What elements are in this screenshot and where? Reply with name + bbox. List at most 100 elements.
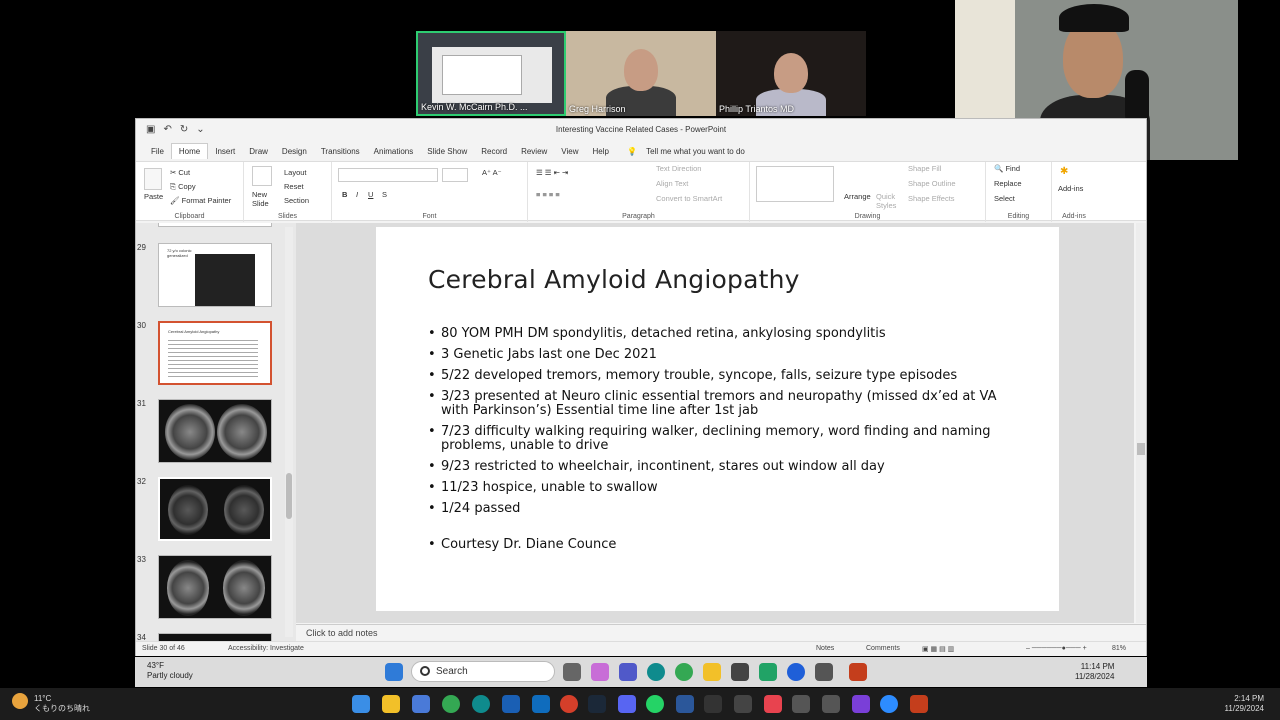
app-icon[interactable] [852,695,870,713]
file-explorer-icon[interactable] [703,663,721,681]
system-clock[interactable]: 11:14 PM 11/28/2024 [1075,662,1114,682]
weather-widget[interactable]: 11°C くもりのち晴れ [34,694,90,714]
new-slide-icon[interactable] [252,166,272,186]
windows-start-icon[interactable] [352,695,370,713]
accessibility-status[interactable]: Accessibility: Investigate [228,645,304,652]
tab-transitions[interactable]: Transitions [314,144,367,159]
font-name-select[interactable] [338,168,438,182]
tab-design[interactable]: Design [275,144,314,159]
zoom-level[interactable]: 81% [1112,645,1126,652]
grow-font-icon[interactable]: A⁺ A⁻ [482,168,502,177]
chrome-icon[interactable] [442,695,460,713]
tab-home[interactable]: Home [170,143,209,159]
scrollbar-thumb[interactable] [1137,443,1145,455]
tell-me-search[interactable]: 💡 Tell me what you want to do [620,144,759,159]
system-clock[interactable]: 2:14 PM 11/29/2024 [1200,694,1264,714]
notes-pane[interactable]: Click to add notes [296,624,1146,641]
tab-animations[interactable]: Animations [367,144,421,159]
current-slide[interactable]: Cerebral Amyloid Angiopathy 80 YOM PMH D… [376,227,1059,611]
layout-button[interactable]: Layout [284,168,307,177]
quick-styles-button[interactable]: Quick Styles [876,192,902,210]
copy-button[interactable]: ⎘ Copy [170,182,196,192]
weather-icon[interactable] [12,693,28,709]
edge-icon[interactable] [472,695,490,713]
zoom-icon[interactable] [880,695,898,713]
chrome-icon[interactable] [675,663,693,681]
tab-file[interactable]: File [144,144,171,159]
italic-icon[interactable]: I [356,190,358,199]
smartart-button[interactable]: Convert to SmartArt [656,194,722,203]
shape-fill-button[interactable]: Shape Fill [908,164,941,173]
weather-widget[interactable]: 43°F Partly cloudy [147,661,193,681]
steam-icon[interactable] [588,695,606,713]
copilot-icon[interactable] [591,663,609,681]
store-icon[interactable] [412,695,430,713]
reset-button[interactable]: Reset [284,182,304,191]
paste-button[interactable]: Paste [144,192,163,201]
comments-button[interactable]: Comments [866,645,900,652]
participant-tile-1[interactable]: Kevin W. McCairn Ph.D. ... [416,31,566,116]
gear-icon[interactable] [822,695,840,713]
participant-tile-2[interactable]: Greg Harrison [566,31,716,116]
shadow-icon[interactable]: S [382,190,387,199]
shapes-gallery[interactable] [756,166,834,202]
slide-thumbnail-29[interactable]: 72 y/o colonic generalized [158,243,272,307]
slide-title[interactable]: Cerebral Amyloid Angiopathy [428,265,800,294]
notes-button[interactable]: Notes [816,645,834,652]
app-icon[interactable] [764,695,782,713]
app-icon[interactable] [734,695,752,713]
slide-thumbnail-31[interactable] [158,399,272,463]
app-icon[interactable] [502,695,520,713]
align-icon[interactable]: ≡ ≡ ≡ ≡ [536,190,560,199]
settings-app-icon[interactable] [731,663,749,681]
slide-thumbnail-30[interactable]: Cerebral Amyloid Angiopathy [158,321,272,385]
new-slide-button[interactable]: New Slide [252,190,278,208]
powerpoint-icon[interactable] [910,695,928,713]
slide-thumbnail[interactable] [158,223,272,227]
slide-scrollbar[interactable] [1136,223,1146,623]
find-button[interactable]: 🔍 Find [994,164,1020,173]
cut-button[interactable]: ✂ Cut [170,168,190,177]
bold-icon[interactable]: B [342,190,347,199]
windows-start-icon[interactable] [385,663,403,681]
addins-button[interactable]: Add-ins [1058,184,1083,193]
outlook-icon[interactable] [532,695,550,713]
whatsapp-icon[interactable] [646,695,664,713]
arrange-button[interactable]: Arrange [844,192,871,201]
tab-insert[interactable]: Insert [208,144,242,159]
align-text-button[interactable]: Align Text [656,179,688,188]
word-icon[interactable] [676,695,694,713]
vscode-icon[interactable] [759,663,777,681]
scrollbar-thumb[interactable] [286,473,292,519]
edge-icon[interactable] [647,663,665,681]
tab-review[interactable]: Review [514,144,554,159]
format-painter-button[interactable]: 🖌 Format Painter [170,196,231,205]
view-buttons[interactable]: ▣ ▦ ▤ ▥ [922,645,954,653]
font-size-select[interactable] [442,168,468,182]
tab-draw[interactable]: Draw [242,144,275,159]
slide-bullet-list[interactable]: 80 YOM PMH DM spondylitis, detached reti… [428,327,1028,559]
replace-button[interactable]: Replace [994,179,1022,188]
bullets-icon[interactable]: ☰ ☰ ⇤ ⇥ [536,168,568,177]
powerpoint-icon[interactable] [849,663,867,681]
teams-icon[interactable] [619,663,637,681]
addins-icon[interactable]: ✱ [1060,166,1068,177]
search-box[interactable]: Search [411,661,555,682]
app-icon[interactable] [560,695,578,713]
tab-view[interactable]: View [554,144,585,159]
app-icon[interactable] [787,663,805,681]
discord-icon[interactable] [618,695,636,713]
thumbnails-scrollbar[interactable] [285,227,293,637]
slide-thumbnail-32[interactable] [158,477,272,541]
app-icon[interactable] [792,695,810,713]
participant-tile-3[interactable]: Phillip Triantos MD [716,31,866,116]
slide-thumbnail-33[interactable] [158,555,272,619]
file-explorer-icon[interactable] [382,695,400,713]
select-button[interactable]: Select [994,194,1015,203]
shape-effects-button[interactable]: Shape Effects [908,194,955,203]
text-direction-button[interactable]: Text Direction [656,164,701,173]
zoom-slider[interactable]: – ──────●─── + [1026,645,1087,652]
paste-icon[interactable] [144,168,162,190]
tab-help[interactable]: Help [586,144,616,159]
task-view-icon[interactable] [563,663,581,681]
